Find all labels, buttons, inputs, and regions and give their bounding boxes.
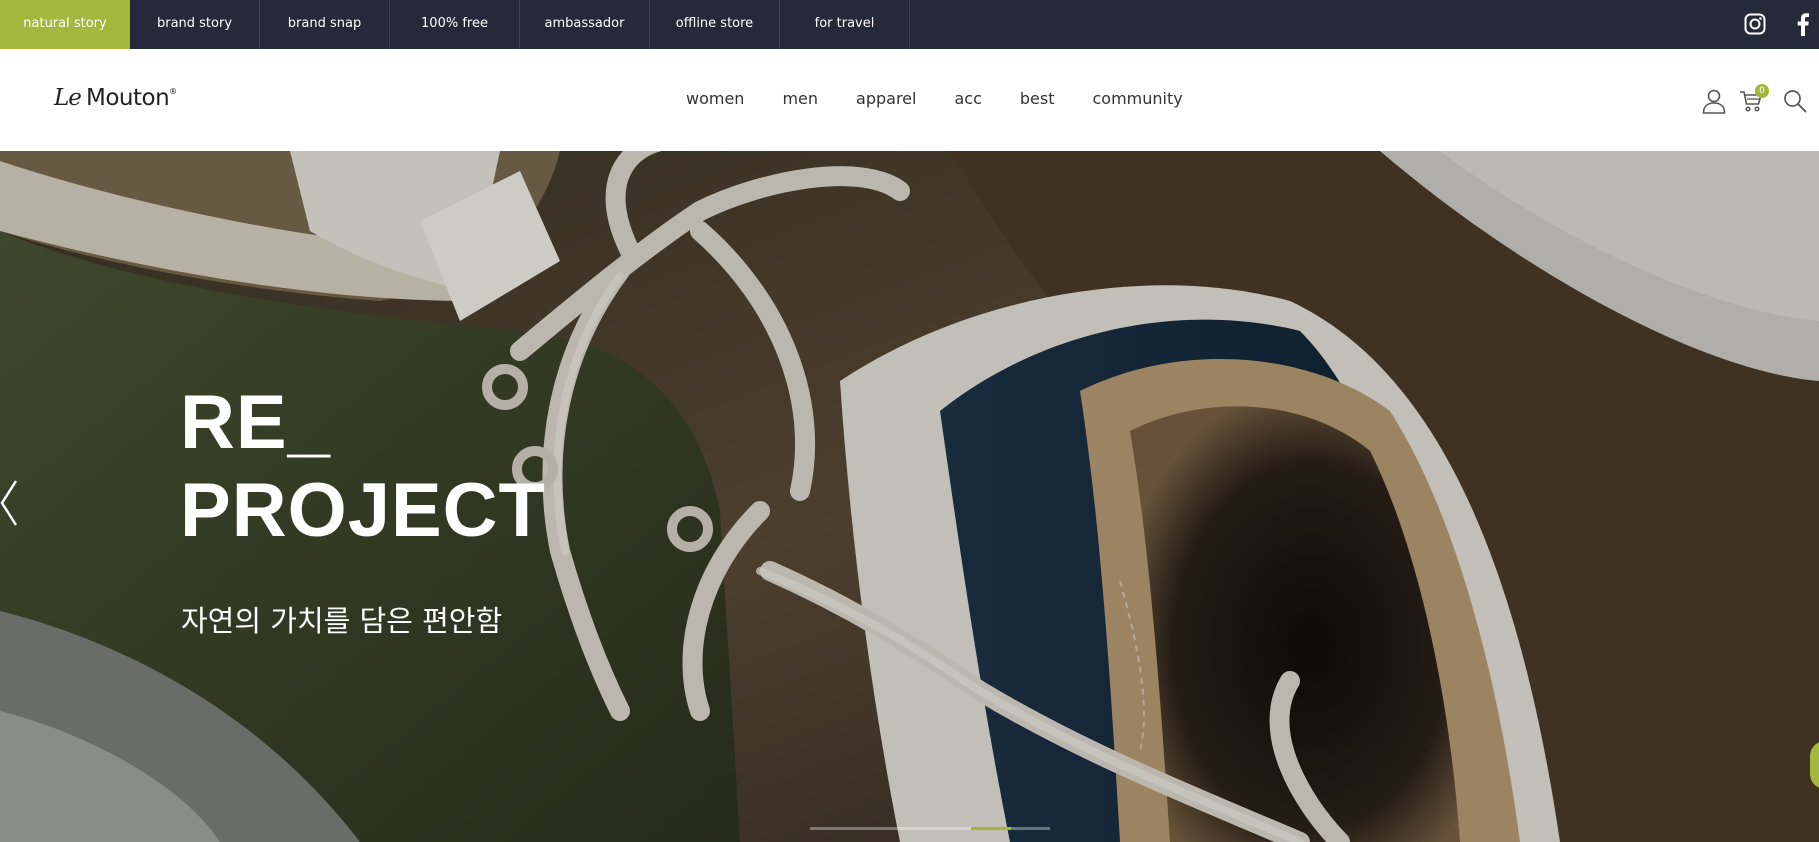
search-icon[interactable] — [1783, 89, 1807, 113]
logo-registered-mark: ® — [169, 87, 178, 96]
toptab-brand-story[interactable]: brand story — [130, 0, 260, 49]
toptab-offline-store[interactable]: offline store — [650, 0, 780, 49]
logo-le: Le — [54, 85, 82, 111]
site-logo[interactable]: Le Mouton® — [54, 85, 177, 111]
side-floating-button[interactable] — [1810, 741, 1819, 789]
main-nav: women men apparel acc best community — [686, 89, 1221, 108]
toptab-100-free[interactable]: 100% free — [390, 0, 520, 49]
hero-subtitle: 자연의 가치를 담은 편안함 — [181, 604, 503, 638]
nav-best[interactable]: best — [1020, 89, 1055, 108]
hero-title-line2: PROJECT — [180, 468, 546, 553]
hero-banner: RE_ PROJECT 자연의 가치를 담은 편안함 — [0, 151, 1819, 842]
nav-community[interactable]: community — [1092, 89, 1182, 108]
facebook-icon[interactable] — [1795, 12, 1811, 36]
toptab-natural-story[interactable]: natural story — [0, 0, 130, 49]
hero-title-line1: RE_ — [180, 380, 331, 465]
user-icon[interactable] — [1702, 88, 1726, 114]
slide-pager-active — [971, 827, 1011, 830]
nav-women[interactable]: women — [686, 89, 744, 108]
logo-mouton: Mouton — [85, 85, 170, 111]
slide-pager[interactable] — [810, 827, 1050, 830]
toptab-for-travel[interactable]: for travel — [780, 0, 910, 49]
nav-acc[interactable]: acc — [954, 89, 981, 108]
nav-apparel[interactable]: apparel — [856, 89, 916, 108]
prev-slide-arrow-icon[interactable] — [0, 479, 22, 527]
hero-title: RE_ PROJECT — [180, 379, 546, 555]
toptab-ambassador[interactable]: ambassador — [520, 0, 650, 49]
nav-men[interactable]: men — [782, 89, 818, 108]
cart-count-badge: 0 — [1755, 84, 1769, 98]
main-header: Le Mouton® women men apparel acc best co… — [0, 49, 1819, 151]
toptab-brand-snap[interactable]: brand snap — [260, 0, 390, 49]
top-tabs: natural story brand story brand snap 100… — [0, 0, 910, 49]
top-bar: natural story brand story brand snap 100… — [0, 0, 1819, 49]
instagram-icon[interactable] — [1743, 12, 1767, 36]
